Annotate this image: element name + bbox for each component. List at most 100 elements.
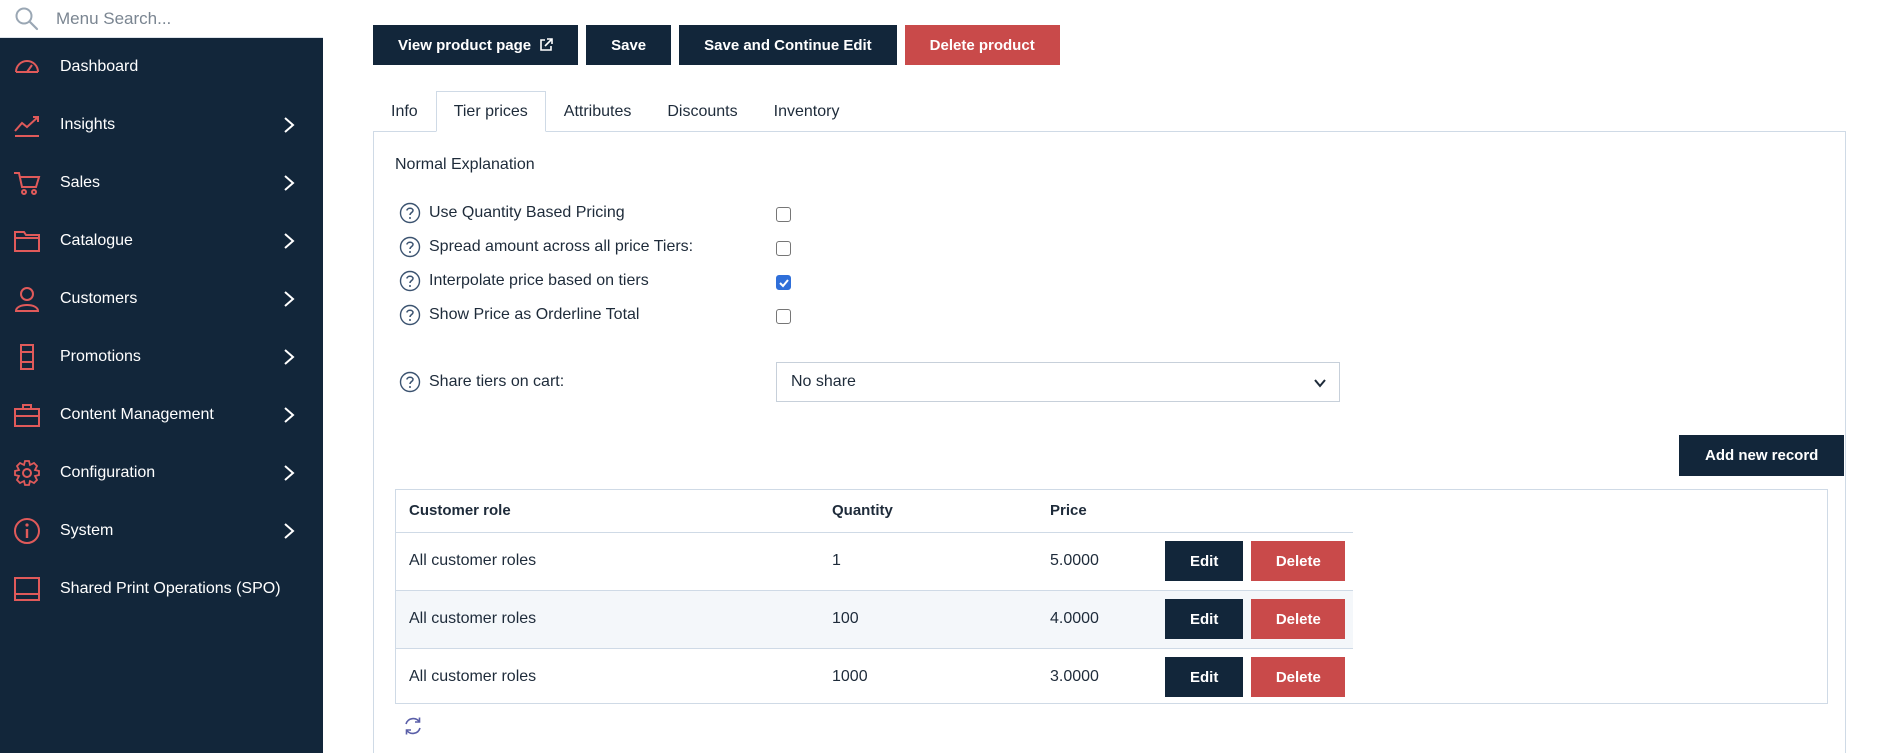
view-product-page-label: View product page [398, 36, 532, 54]
column-header-price[interactable]: Price [1037, 490, 1152, 533]
tier-prices-grid: Customer role Quantity Price All custome… [395, 489, 1828, 704]
option-show-price-orderline: Show Price as Orderline Total [399, 304, 639, 326]
monitor-icon [13, 575, 41, 603]
option-spread-amount: Spread amount across all price Tiers: [399, 236, 693, 258]
menu-search [0, 0, 323, 38]
sidebar-item-dashboard[interactable]: Dashboard [0, 38, 323, 96]
sidebar-item-label: Insights [60, 116, 116, 133]
delete-button[interactable]: Delete [1251, 599, 1346, 639]
sidebar-item-promotions[interactable]: Promotions [0, 328, 323, 386]
table-row: All customer roles 100 4.0000 Edit Delet… [396, 590, 1353, 649]
cell-quantity: 1000 [832, 668, 868, 686]
cart-icon [13, 169, 41, 197]
sidebar-item-label: Shared Print Operations (SPO) [60, 580, 281, 597]
table-row: All customer roles 1 5.0000 Edit Delete [396, 532, 1353, 591]
sidebar-item-customers[interactable]: Customers [0, 270, 323, 328]
tab-tier-prices[interactable]: Tier prices [435, 91, 546, 132]
chevron-right-icon [284, 523, 295, 539]
chevron-right-icon [284, 291, 295, 307]
help-icon[interactable] [399, 202, 421, 224]
sidebar-item-label: Catalogue [60, 232, 133, 249]
cell-actions: Edit Delete [1152, 590, 1353, 649]
chevron-down-icon [1314, 379, 1326, 388]
sidebar-item-label: Promotions [60, 348, 141, 365]
cell-quantity: 100 [819, 590, 1037, 649]
tab-discounts[interactable]: Discounts [649, 91, 755, 132]
gauge-icon [13, 53, 41, 81]
sidebar-item-content-management[interactable]: Content Management [0, 386, 323, 444]
option-interpolate-price: Interpolate price based on tiers [399, 270, 649, 292]
chevron-right-icon [284, 233, 295, 249]
option-label: Share tiers on cart: [429, 373, 565, 390]
table-row: All customer roles 1000 3.0000 Edit Dele… [396, 648, 1353, 706]
refresh-icon[interactable] [402, 715, 424, 737]
cell-customer-role: All customer roles [396, 590, 819, 649]
add-new-record-button[interactable]: Add new record [1679, 435, 1845, 476]
save-button[interactable]: Save [586, 25, 672, 65]
edit-button[interactable]: Edit [1165, 599, 1244, 639]
option-label: Use Quantity Based Pricing [429, 204, 625, 221]
option-label: Show Price as Orderline Total [429, 306, 640, 323]
option-label: Spread amount across all price Tiers: [429, 238, 694, 255]
share-tiers-value: No share [791, 373, 856, 390]
save-continue-button[interactable]: Save and Continue Edit [679, 25, 897, 65]
briefcase-icon [13, 401, 41, 429]
sidebar-item-sales[interactable]: Sales [0, 154, 323, 212]
option-label: Interpolate price based on tiers [429, 272, 649, 289]
chevron-right-icon [284, 117, 295, 133]
sidebar: Dashboard Insights Sales Catalogue Custo… [0, 0, 323, 753]
help-icon[interactable] [399, 236, 421, 258]
tab-info[interactable]: Info [373, 91, 436, 132]
search-icon [15, 7, 39, 30]
sidebar-item-insights[interactable]: Insights [0, 96, 323, 154]
chart-line-icon [13, 111, 41, 139]
cell-price: 3.0000 [1050, 668, 1099, 686]
sidebar-item-label: System [60, 522, 114, 539]
sidebar-item-label: Configuration [60, 464, 156, 481]
tab-attributes[interactable]: Attributes [546, 91, 650, 132]
help-icon[interactable] [399, 270, 421, 292]
sidebar-item-catalogue[interactable]: Catalogue [0, 212, 323, 270]
sidebar-item-label: Dashboard [60, 58, 139, 75]
toolbar: View product page Save Save and Continue… [373, 25, 1060, 65]
share-tiers-select[interactable]: No share [776, 362, 1340, 402]
interpolate-price-checkbox[interactable] [776, 275, 791, 290]
chevron-right-icon [284, 349, 295, 365]
sidebar-item-system[interactable]: System [0, 502, 323, 560]
chevron-right-icon [284, 407, 295, 423]
chevron-right-icon [284, 175, 295, 191]
delete-product-button[interactable]: Delete product [904, 25, 1060, 65]
option-share-tiers: Share tiers on cart: [399, 371, 564, 393]
delete-button[interactable]: Delete [1251, 541, 1346, 581]
column-header-quantity[interactable]: Quantity [819, 490, 1037, 533]
edit-button[interactable]: Edit [1165, 657, 1244, 698]
tab-inventory[interactable]: Inventory [756, 91, 858, 132]
sidebar-item-label: Sales [60, 174, 101, 191]
edit-button[interactable]: Edit [1165, 541, 1244, 581]
quantity-based-pricing-checkbox[interactable] [776, 207, 791, 222]
spread-amount-checkbox[interactable] [776, 241, 791, 256]
sidebar-item-configuration[interactable]: Configuration [0, 444, 323, 502]
cell-customer-role: All customer roles [396, 532, 819, 591]
option-quantity-based-pricing: Use Quantity Based Pricing [399, 202, 625, 224]
sidebar-item-spo[interactable]: Shared Print Operations (SPO) [0, 560, 323, 618]
sidebar-item-label: Content Management [60, 406, 214, 423]
view-product-page-button[interactable]: View product page [373, 25, 579, 65]
delete-button[interactable]: Delete [1251, 657, 1346, 698]
tag-icon [13, 343, 41, 371]
menu-search-input[interactable] [56, 8, 286, 29]
tab-bar: Info Tier prices Attributes Discounts In… [373, 91, 857, 132]
info-icon [13, 517, 41, 545]
tier-prices-table: Customer role Quantity Price All custome… [396, 490, 1353, 706]
help-icon[interactable] [399, 304, 421, 326]
cell-actions: Edit Delete [1152, 532, 1353, 591]
cell-price: 5.0000 [1037, 532, 1152, 591]
external-link-icon [540, 38, 553, 51]
show-price-orderline-checkbox[interactable] [776, 309, 791, 324]
normal-explanation: Normal Explanation [395, 156, 535, 173]
sidebar-item-label: Customers [60, 290, 138, 307]
table-header-row: Customer role Quantity Price [396, 490, 1353, 533]
help-icon[interactable] [399, 371, 421, 393]
column-header-customer-role[interactable]: Customer role [396, 490, 819, 533]
user-icon [13, 285, 41, 313]
